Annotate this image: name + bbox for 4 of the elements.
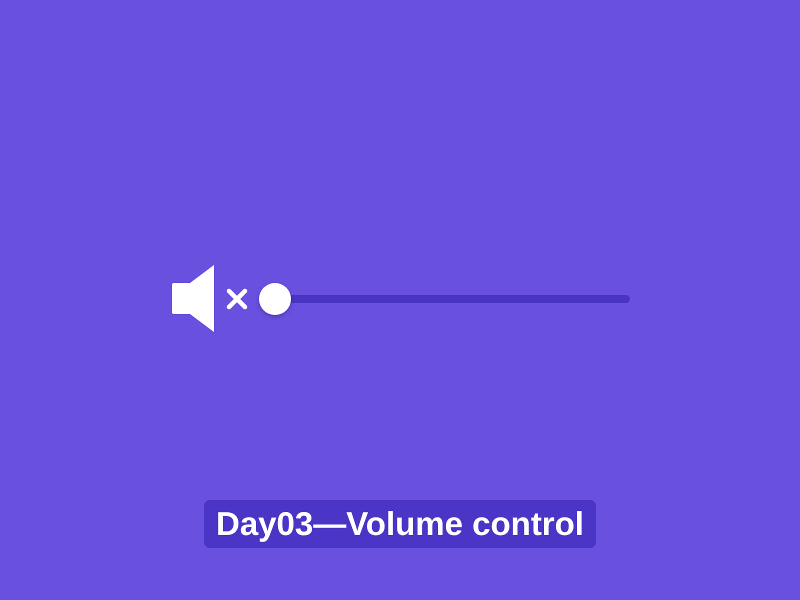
caption-label: Day03—Volume control <box>204 500 596 548</box>
volume-slider-track[interactable] <box>259 282 630 314</box>
slider-thumb[interactable] <box>259 282 291 314</box>
speaker-icon <box>172 265 214 332</box>
